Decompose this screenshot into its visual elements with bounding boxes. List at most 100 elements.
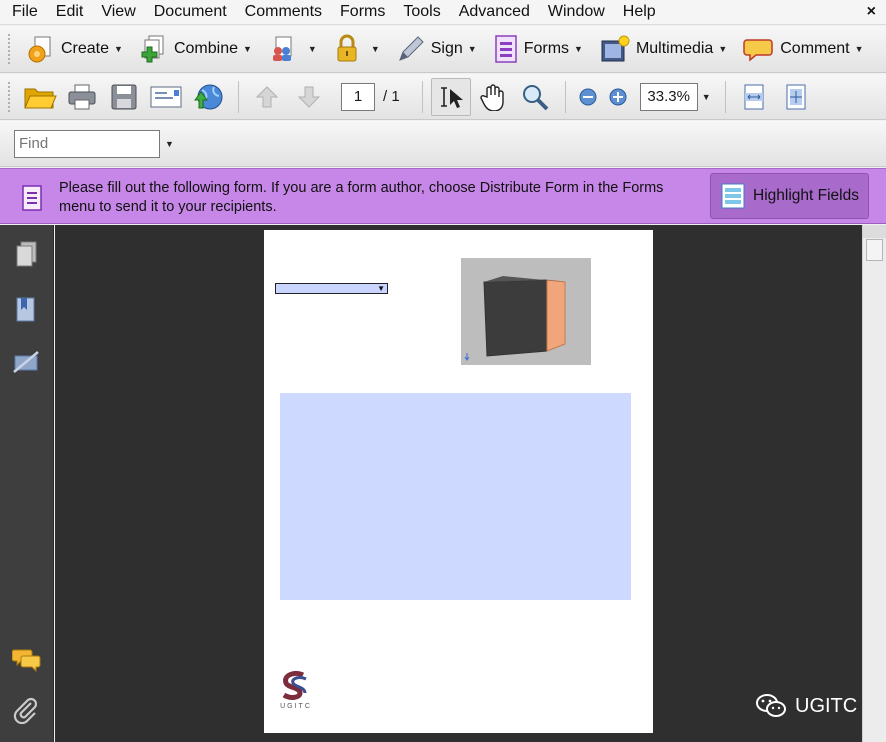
wechat-icon <box>756 694 786 717</box>
folder-open-icon <box>24 88 57 108</box>
pages-icon[interactable] <box>12 240 40 270</box>
find-options-dropdown-icon[interactable]: ▼ <box>165 139 174 149</box>
fit-page-button[interactable] <box>776 78 816 116</box>
save-disk-icon <box>111 84 137 109</box>
close-document-button[interactable]: × <box>867 3 876 21</box>
toolbar-grip[interactable] <box>8 81 12 112</box>
magnifier-icon <box>522 84 549 110</box>
watermark-text: UGITC <box>795 694 858 717</box>
chevron-down-icon: ▼ <box>574 44 583 54</box>
3d-cube-icon <box>464 276 566 361</box>
watermark: UGITC <box>755 693 857 719</box>
hand-icon <box>479 83 504 111</box>
zoom-level-input[interactable]: 33.3% <box>639 82 698 111</box>
find-toolbar: ▼ <box>0 121 886 167</box>
sign-button[interactable]: Sign ▼ <box>390 32 483 66</box>
fit-width-button[interactable] <box>734 78 774 116</box>
text-select-cursor-icon <box>440 86 463 108</box>
chevron-down-icon: ▼ <box>242 44 252 54</box>
form-combo-box[interactable]: ▼ <box>275 283 388 294</box>
menu-bar: File Edit View Document Comments Forms T… <box>0 0 886 25</box>
create-pdf-icon <box>28 36 51 63</box>
chevron-down-icon: ▼ <box>307 44 317 54</box>
tasks-toolbar: Create ▼ Combine ▼ ▼ ▼ Sign ▼ Forms ▼ Mu… <box>0 26 886 73</box>
menu-document[interactable]: Document <box>154 3 227 21</box>
menu-forms[interactable]: Forms <box>340 3 385 21</box>
chevron-down-icon: ▼ <box>467 44 477 54</box>
form-icon <box>22 185 42 211</box>
multimedia-label: Multimedia <box>635 40 714 57</box>
previous-page-button[interactable] <box>247 78 287 116</box>
upload-globe-icon <box>194 84 223 109</box>
zoom-in-icon <box>609 88 627 105</box>
combine-label: Combine <box>173 40 238 57</box>
menu-help[interactable]: Help <box>623 3 656 21</box>
menu-tools[interactable]: Tools <box>403 3 440 21</box>
page-total: / 1 <box>383 88 400 105</box>
3d-model-annotation[interactable] <box>461 258 591 365</box>
navigation-panel <box>0 225 54 742</box>
comment-button[interactable]: Comment ▼ <box>737 32 869 66</box>
hand-tool-button[interactable] <box>473 78 513 116</box>
zoom-dropdown-icon[interactable]: ▼ <box>702 92 711 102</box>
vertical-scrollbar[interactable] <box>862 225 886 742</box>
menu-window[interactable]: Window <box>548 3 605 21</box>
logo-mark-icon <box>282 670 307 700</box>
scroll-thumb[interactable] <box>866 239 883 261</box>
chevron-down-icon: ▼ <box>718 44 728 54</box>
form-notification-bar: Please fill out the following form. If y… <box>0 168 886 224</box>
menu-edit[interactable]: Edit <box>56 3 84 21</box>
fit-page-icon <box>786 84 806 109</box>
sign-label: Sign <box>430 40 463 57</box>
comment-label: Comment <box>780 40 850 57</box>
zoom-in-button[interactable] <box>604 78 632 116</box>
comments-icon[interactable] <box>12 645 42 673</box>
chevron-down-icon: ▼ <box>370 44 380 54</box>
forms-label: Forms <box>523 40 570 57</box>
page-number-input[interactable]: 1 <box>341 82 375 111</box>
signatures-icon[interactable] <box>12 348 40 378</box>
collaborate-button[interactable]: ▼ <box>262 32 323 66</box>
bookmarks-icon[interactable] <box>12 295 40 325</box>
form-icon <box>494 35 517 63</box>
combine-button[interactable]: Combine ▼ <box>133 32 258 66</box>
print-button[interactable] <box>62 78 102 116</box>
menu-comments[interactable]: Comments <box>245 3 322 21</box>
find-input[interactable] <box>14 129 160 158</box>
highlight-fields-label: Highlight Fields <box>753 187 859 204</box>
email-button[interactable] <box>146 78 186 116</box>
file-navigation-toolbar: 1 / 1 33.3% ▼ <box>0 74 886 120</box>
toolbar-separator <box>564 80 566 113</box>
highlight-fields-icon <box>721 183 745 209</box>
menu-view[interactable]: View <box>101 3 135 21</box>
combine-files-icon <box>141 35 164 63</box>
toolbar-separator <box>421 80 423 113</box>
zoom-out-icon <box>579 88 597 105</box>
combo-dropdown-icon[interactable]: ▼ <box>377 284 385 293</box>
form-text-field[interactable] <box>280 393 631 600</box>
printer-icon <box>68 84 96 109</box>
secure-button[interactable]: ▼ <box>327 32 386 66</box>
open-button[interactable] <box>20 78 60 116</box>
zoom-out-button[interactable] <box>574 78 602 116</box>
next-page-button[interactable] <box>289 78 329 116</box>
chevron-down-icon: ▼ <box>854 44 864 54</box>
scroll-up-button[interactable] <box>863 225 886 238</box>
menu-file[interactable]: File <box>12 3 38 21</box>
multimedia-button[interactable]: Multimedia ▼ <box>593 32 733 66</box>
highlight-fields-button[interactable]: Highlight Fields <box>710 173 869 219</box>
menu-advanced[interactable]: Advanced <box>459 3 530 21</box>
upload-share-button[interactable] <box>188 78 228 116</box>
ugitc-logo: UGITC <box>276 670 316 714</box>
toolbar-separator <box>724 80 726 113</box>
arrow-down-icon <box>297 86 321 108</box>
form-message: Please fill out the following form. If y… <box>59 180 664 215</box>
toolbar-grip[interactable] <box>8 34 12 64</box>
select-tool-button[interactable] <box>430 77 471 116</box>
attachments-icon[interactable] <box>12 697 40 727</box>
marquee-zoom-button[interactable] <box>515 78 555 116</box>
save-button[interactable] <box>104 78 144 116</box>
create-button[interactable]: Create ▼ <box>20 32 129 66</box>
arrow-up-icon <box>255 85 279 107</box>
forms-button[interactable]: Forms ▼ <box>487 32 589 66</box>
